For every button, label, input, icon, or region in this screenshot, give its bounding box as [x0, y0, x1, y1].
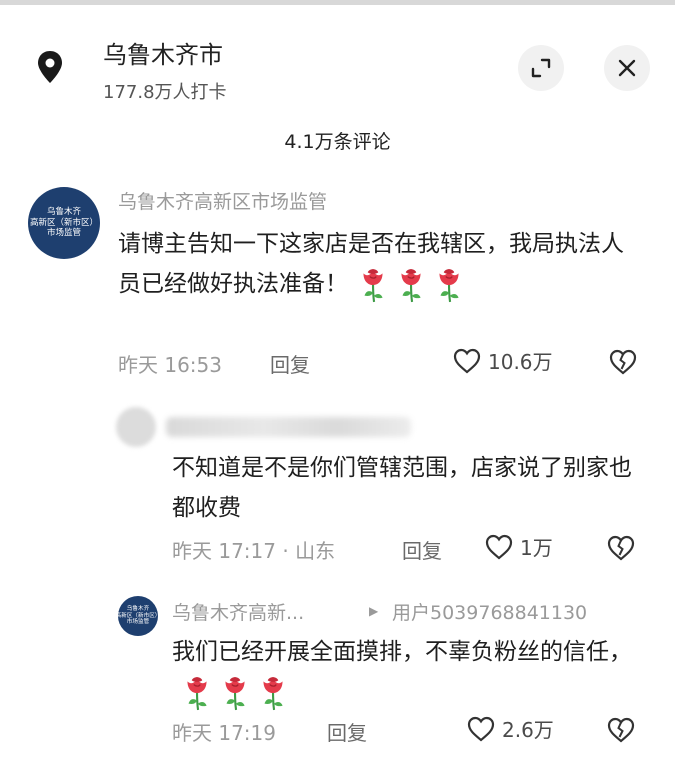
reply-button[interactable]: 回复	[327, 717, 367, 746]
close-button[interactable]	[604, 45, 650, 91]
avatar[interactable]: 乌鲁木齐 高新区（新市区） 市场监管	[116, 596, 160, 636]
rose-emoji-icon	[362, 267, 384, 303]
comments-sheet: 乌鲁木齐市 177.8万人打卡 4.1万条评论 乌鲁木齐 高新区（新市区） 市场…	[0, 5, 675, 769]
comment-time: 昨天 16:53	[118, 353, 222, 377]
avatar[interactable]	[116, 407, 156, 447]
like-button[interactable]: 2.6万	[466, 714, 554, 743]
heart-icon	[485, 534, 513, 559]
broken-heart-icon	[607, 535, 635, 561]
heart-icon	[467, 716, 495, 741]
like-count: 2.6万	[502, 718, 554, 742]
close-icon	[618, 59, 636, 77]
expand-icon	[531, 58, 551, 78]
rose-emoji-icon	[186, 675, 208, 711]
comment-text: 我们已经开展全面摸排，不辜负粉丝的信任，	[172, 632, 642, 712]
expand-button[interactable]	[518, 45, 564, 91]
like-count: 1万	[520, 536, 553, 560]
reply-button[interactable]: 回复	[402, 535, 442, 564]
rose-emoji-icon	[262, 675, 284, 711]
rose-emoji-icon	[400, 267, 422, 303]
broken-heart-icon	[607, 717, 635, 743]
heart-icon	[453, 348, 481, 373]
like-button[interactable]: 1万	[484, 532, 553, 561]
comment-time: 昨天 17:17 · 山东	[172, 539, 336, 563]
broken-heart-icon	[609, 349, 637, 375]
rose-emoji-icon	[224, 675, 246, 711]
comment-text: 请博主告知一下这家店是否在我辖区，我局执法人员已经做好执法准备！	[118, 224, 638, 304]
comment-author[interactable]	[166, 417, 411, 437]
dislike-button[interactable]	[606, 716, 636, 748]
comment-author[interactable]: 乌鲁木齐高新...	[172, 598, 304, 625]
like-button[interactable]: 10.6万	[452, 346, 553, 375]
comment-text: 不知道是不是你们管辖范围，店家说了别家也都收费	[172, 455, 632, 521]
checkin-count: 177.8万人打卡	[103, 82, 227, 103]
reply-to-user[interactable]: 用户5039768841130	[392, 598, 587, 625]
like-count: 10.6万	[488, 350, 553, 374]
reply-arrow-icon: ▶	[369, 604, 379, 618]
rose-emoji-icon	[438, 267, 460, 303]
avatar[interactable]: 乌鲁木齐 高新区（新市区） 市场监管	[28, 187, 100, 259]
comment-author[interactable]: 乌鲁木齐高新区市场监管	[118, 187, 327, 214]
dislike-button[interactable]	[608, 348, 638, 380]
reply-button[interactable]: 回复	[270, 349, 310, 378]
location-pin-icon	[28, 45, 72, 89]
comment-count: 4.1万条评论	[284, 131, 391, 153]
dislike-button[interactable]	[606, 534, 636, 566]
comment-time: 昨天 17:19	[172, 721, 276, 745]
location-title[interactable]: 乌鲁木齐市	[103, 35, 223, 70]
